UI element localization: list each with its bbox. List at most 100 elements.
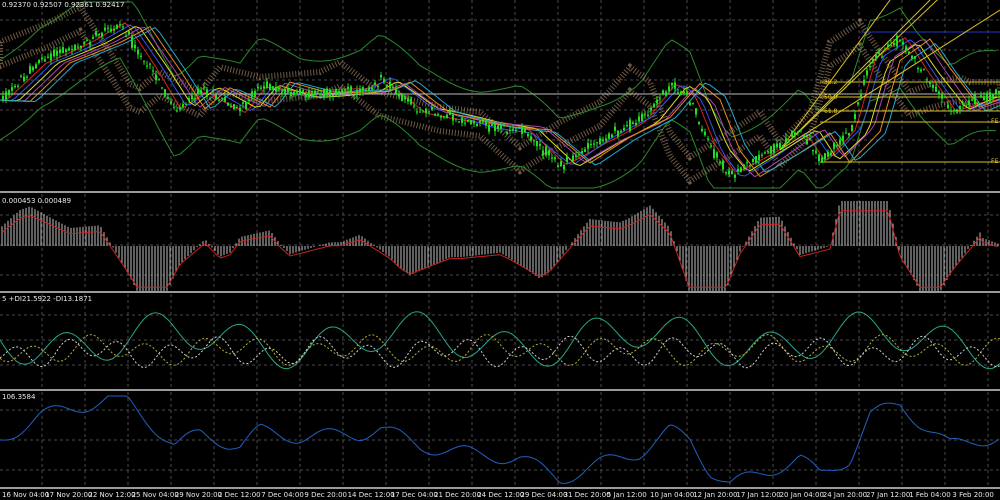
fib-level-382: 38.2 [824, 79, 838, 86]
candle-body [857, 102, 859, 105]
candle-body [638, 116, 640, 122]
candle-body [422, 110, 424, 112]
candle-body [626, 124, 628, 126]
candle-body [920, 69, 922, 72]
candle-body [950, 110, 952, 112]
candle-body [680, 91, 682, 95]
candle-body [605, 138, 607, 141]
candle-body [8, 90, 10, 96]
candle-body [293, 91, 295, 96]
candle-body [776, 143, 778, 148]
candle-body [188, 98, 190, 102]
candle-body [710, 145, 712, 147]
candle-body [527, 133, 529, 137]
candle-body [653, 103, 655, 108]
candle-body [545, 146, 547, 156]
candle-body [326, 88, 328, 94]
candle-body [98, 34, 100, 36]
candle-body [158, 78, 160, 80]
candle-body [716, 152, 718, 158]
candle-body [365, 89, 367, 91]
candle-body [704, 131, 706, 136]
candle-body [635, 122, 637, 126]
candle-body [350, 86, 352, 93]
candle-body [908, 51, 910, 54]
fe-label-upper: FE [991, 118, 998, 125]
candle-body [512, 128, 514, 130]
candle-body [494, 124, 496, 132]
candle-body [854, 114, 856, 120]
candle-body [38, 59, 40, 64]
candle-body [488, 124, 490, 132]
candle-body [359, 88, 361, 92]
candle-body [590, 143, 592, 145]
candle-body [632, 122, 634, 125]
candle-body [407, 98, 409, 102]
candle-body [668, 86, 670, 92]
candle-body [62, 47, 64, 54]
candle-body [722, 160, 724, 170]
candle-body [599, 138, 601, 144]
candle-body [116, 24, 118, 29]
candle-body [389, 81, 391, 89]
candle-body [437, 114, 439, 116]
candle-body [869, 65, 871, 67]
candle-body [509, 130, 511, 132]
candle-body [218, 99, 220, 101]
candle-body [176, 110, 178, 112]
candle-body [521, 126, 523, 134]
candle-body [980, 95, 982, 98]
candle-body [623, 127, 625, 131]
candle-body [323, 88, 325, 97]
candle-body [194, 97, 196, 99]
candle-body [611, 134, 613, 138]
bollinger-band [0, 1, 997, 138]
candle-body [650, 107, 652, 111]
candle-body [986, 93, 988, 102]
candle-body [119, 24, 121, 26]
adx-pane-info: 5 +DI21.5922 -DI13.1871 [2, 295, 92, 303]
candle-body [797, 131, 799, 133]
fib-level-500: 50.0 [824, 94, 838, 101]
candle-body [731, 171, 733, 175]
candle-body [884, 48, 886, 50]
candle-body [770, 146, 772, 154]
candle-body [416, 111, 418, 113]
candle-body [353, 94, 355, 97]
candle-body [821, 157, 823, 163]
candle-body [125, 35, 127, 37]
candle-body [428, 111, 430, 113]
candle-body [677, 92, 679, 94]
pane-separator [0, 191, 1000, 193]
candle-body [524, 128, 526, 133]
candle-body [479, 121, 481, 123]
candle-body [461, 117, 463, 123]
candle-body [785, 138, 787, 144]
candle-body [602, 139, 604, 142]
candle-body [275, 86, 277, 92]
candle-body [449, 111, 451, 115]
candle-body [500, 125, 502, 129]
candle-body [794, 132, 796, 136]
candle-body [476, 123, 478, 127]
candle-body [758, 154, 760, 161]
candle-body [287, 88, 289, 92]
candle-body [266, 81, 268, 88]
candle-body [41, 57, 43, 60]
candle-body [557, 165, 559, 167]
candle-body [278, 87, 280, 90]
moving-average-line [0, 26, 1000, 172]
candle-body [872, 59, 874, 61]
candle-body [263, 86, 265, 89]
candle-body [779, 143, 781, 149]
candle-body [791, 130, 793, 137]
candle-body [239, 107, 241, 112]
trading-chart[interactable]: 0.92370 0.92507 0.92361 0.92417 38.2 50.… [0, 0, 1000, 500]
candle-body [452, 114, 454, 121]
candle-body [515, 129, 517, 131]
candle-body [818, 154, 820, 162]
candle-body [161, 87, 163, 89]
candle-body [377, 85, 379, 87]
candle-body [620, 131, 622, 133]
candle-body [752, 158, 754, 163]
